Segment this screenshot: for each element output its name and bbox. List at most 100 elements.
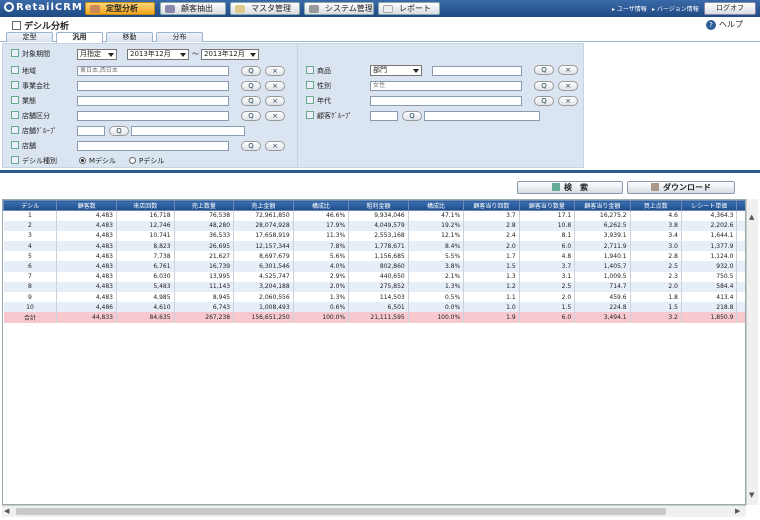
table-cell: 4,525,747: [233, 271, 294, 282]
product-input[interactable]: [432, 66, 522, 76]
user-info-link[interactable]: ▸ ユーザ情報: [612, 4, 647, 13]
table-cell: 4,049,579: [348, 220, 409, 231]
table-cell: 3,939.1: [574, 230, 631, 242]
table-cell: 3: [736, 261, 745, 272]
column-header[interactable]: デシル: [3, 200, 58, 211]
total-cell: 合計: [3, 312, 58, 323]
business-clear-button[interactable]: ×: [265, 96, 285, 106]
gear-icon: [309, 5, 319, 13]
table-cell: 1.5: [630, 302, 682, 313]
product-clear-button[interactable]: ×: [558, 65, 578, 75]
subtab-general[interactable]: 汎用: [56, 32, 103, 43]
table-cell: 2,202.6: [681, 220, 738, 231]
table-cell: 1.5: [519, 302, 576, 313]
period-mode-select[interactable]: 月指定: [77, 49, 117, 60]
scroll-left-icon[interactable]: ◀: [4, 507, 9, 515]
customer-group-search-button[interactable]: Q: [402, 111, 422, 121]
customer-group-code-input[interactable]: [370, 111, 398, 121]
horizontal-scroll-thumb[interactable]: [16, 508, 666, 515]
table-cell: 0.6%: [293, 302, 350, 313]
scroll-right-icon[interactable]: ▶: [735, 507, 740, 515]
nav-tab-customer-extract[interactable]: 顧客抽出: [160, 2, 226, 15]
company-clear-button[interactable]: ×: [265, 81, 285, 91]
column-header[interactable]: 売上数量: [173, 200, 235, 211]
region-clear-button[interactable]: ×: [265, 66, 285, 76]
period-tilde: 〜: [192, 50, 199, 58]
table-cell: 8.4%: [408, 241, 465, 252]
gender-clear-button[interactable]: ×: [558, 81, 578, 91]
business-search-button[interactable]: Q: [241, 96, 261, 106]
nav-tab-standard-analysis[interactable]: 定型分析: [85, 2, 155, 15]
table-cell: 1,644.1: [681, 230, 738, 242]
column-header[interactable]: 来店回数: [116, 200, 175, 211]
store-search-button[interactable]: Q: [241, 141, 261, 151]
help-link[interactable]: ? ヘルプ: [706, 19, 743, 30]
store-group-search-button[interactable]: Q: [109, 126, 129, 136]
search-button[interactable]: 検 索: [517, 181, 623, 194]
store-clear-button[interactable]: ×: [265, 141, 285, 151]
store-class-search-button[interactable]: Q: [241, 111, 261, 121]
company-input[interactable]: [77, 81, 229, 91]
table-cell: 0.5%: [408, 292, 465, 303]
period-label: 対象期間: [11, 49, 50, 59]
business-input[interactable]: [77, 96, 229, 106]
age-clear-button[interactable]: ×: [558, 96, 578, 106]
table-cell: 440,650: [348, 271, 409, 282]
table-cell: 4,483: [56, 210, 117, 221]
column-header[interactable]: 売上金額: [233, 200, 294, 211]
table-row: 5 4,483 7,738 21,627 8,697,679 5.6% 1,156,685 5…: [3, 251, 745, 262]
store-group-name-input[interactable]: [131, 126, 245, 136]
column-header[interactable]: 顧客当り数量: [518, 200, 576, 211]
results-table: デシル 顧客数 来店回数 売上数量 売上金額 構成比 粗利金額 構成比 顧客当り回数 顧客当り数量…: [3, 200, 745, 323]
subtab-distribution[interactable]: 分布: [156, 32, 203, 42]
vertical-scrollbar[interactable]: ▲ ▼: [746, 199, 758, 505]
version-info-link[interactable]: ▸ バージョン情報: [652, 4, 699, 13]
gender-input[interactable]: 女性: [370, 81, 522, 91]
column-header[interactable]: 構成比: [292, 200, 350, 211]
table-cell: 2.5: [519, 281, 576, 292]
period-to-select[interactable]: 2013年12月: [201, 49, 259, 60]
decile-m-radio[interactable]: Mデシル: [79, 156, 116, 166]
product-search-button[interactable]: Q: [534, 65, 554, 75]
store-class-clear-button[interactable]: ×: [265, 111, 285, 121]
download-button[interactable]: ダウンロード: [627, 181, 735, 194]
age-search-button[interactable]: Q: [534, 96, 554, 106]
company-search-button[interactable]: Q: [241, 81, 261, 91]
download-icon: [651, 183, 659, 191]
column-header[interactable]: 顧客数: [56, 200, 117, 211]
region-search-button[interactable]: Q: [241, 66, 261, 76]
table-cell: 4: [3, 241, 58, 252]
period-from-select[interactable]: 2013年12月: [127, 49, 189, 60]
column-header[interactable]: 平均単価: [736, 200, 745, 211]
horizontal-scrollbar[interactable]: ◀ ▶: [2, 505, 746, 517]
decile-p-radio[interactable]: Pデシル: [129, 156, 164, 166]
column-header[interactable]: 粗利金額: [348, 200, 409, 211]
column-header[interactable]: 顧客当り回数: [463, 200, 520, 211]
subtab-move[interactable]: 移動: [106, 32, 153, 42]
filter-panel-right: 商品 部門 Q × 性別 女性 Q × 年代 Q × 顧客ｸﾞﾙｰﾌﾟ Q: [298, 43, 584, 168]
scroll-down-icon[interactable]: ▼: [749, 491, 754, 499]
customer-group-name-input[interactable]: [424, 111, 540, 121]
table-cell: 4.6: [630, 210, 682, 221]
scroll-up-icon[interactable]: ▲: [749, 213, 754, 221]
gender-search-button[interactable]: Q: [534, 81, 554, 91]
column-header[interactable]: 構成比: [407, 200, 465, 211]
store-class-input[interactable]: [77, 111, 229, 121]
nav-tab-master[interactable]: マスタ管理: [230, 2, 300, 15]
product-mode-select[interactable]: 部門: [370, 65, 422, 76]
table-cell: 48,280: [174, 220, 235, 231]
column-header[interactable]: 顧客当り金額: [574, 200, 631, 211]
table-cell: 750.5: [681, 271, 738, 282]
column-header[interactable]: レシート単価: [680, 200, 738, 211]
nav-tab-report[interactable]: レポート: [378, 2, 440, 15]
column-header[interactable]: 買上点数: [629, 200, 682, 211]
store-group-code-input[interactable]: [77, 126, 105, 136]
age-input[interactable]: [370, 96, 522, 106]
table-cell: 7: [3, 271, 58, 282]
subtab-fixed[interactable]: 定型: [6, 32, 53, 42]
store-input[interactable]: [77, 141, 229, 151]
region-input[interactable]: 東日本,西日本: [77, 66, 229, 76]
nav-tab-system[interactable]: システム管理: [304, 2, 374, 15]
table-cell: 2,711.9: [574, 241, 631, 252]
logoff-button[interactable]: ログオフ: [704, 2, 756, 15]
